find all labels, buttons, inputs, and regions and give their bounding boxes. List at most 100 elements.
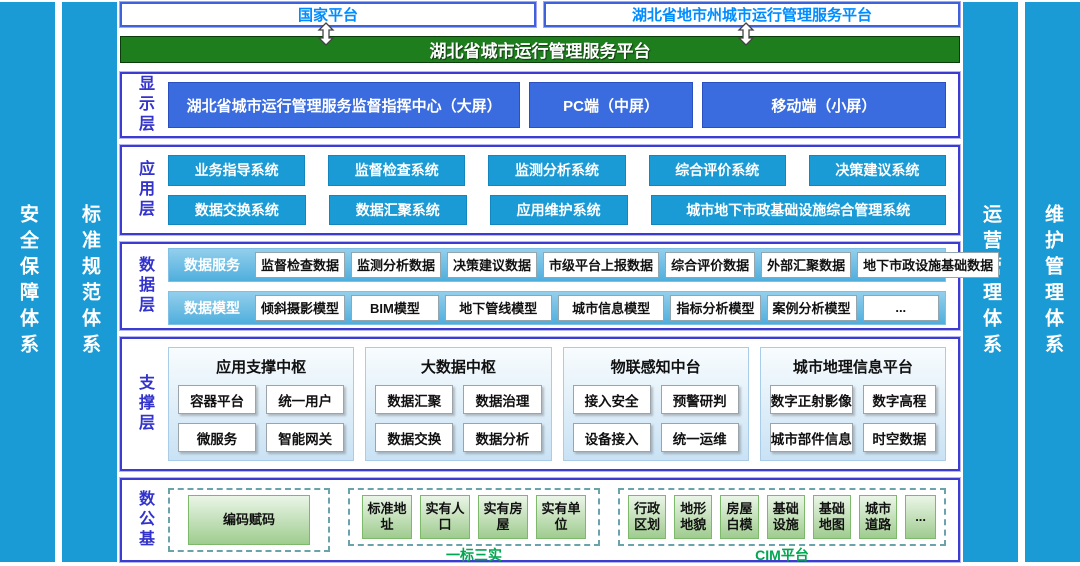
- display-layer-label: 显示层: [122, 74, 166, 136]
- data-service-box: 综合评价数据: [665, 252, 755, 278]
- main-platform-banner: 湖北省城市运行管理服务平台: [120, 36, 960, 63]
- foundation-item-box: 行政区划: [628, 495, 666, 539]
- cim-platform-caption: CIM平台: [618, 546, 946, 564]
- data-service-strip: 数据服务 监督检查数据 监测分析数据 决策建议数据 市级平台上报数据 综合评价数…: [168, 248, 946, 282]
- foundation-layer-content: 编码赋码 标准地址 实有人口 实有房屋 实有单位 一标三实: [166, 480, 958, 560]
- support-item-box: 容器平台: [178, 385, 256, 414]
- standards-spec-bar: 标准规范体系: [62, 2, 117, 562]
- panel-title: 应用支撑中枢: [178, 353, 344, 385]
- app-system-box: 数据交换系统: [168, 195, 306, 226]
- data-model-box: 指标分析模型: [670, 295, 760, 321]
- security-assurance-bar: 安全保障体系: [0, 2, 55, 562]
- support-item-box: 统一运维: [661, 423, 739, 452]
- support-item-box: 时空数据: [863, 423, 936, 452]
- data-model-box: BIM模型: [351, 295, 439, 321]
- operation-mgmt-bar: 运营管理体系: [963, 2, 1018, 562]
- big-screen-box: 湖北省城市运行管理服务监督指挥中心（大屏）: [168, 82, 520, 128]
- support-panels-row: 应用支撑中枢 容器平台 统一用户 微服务 智能网关 大数据中枢 数据汇聚 数据治…: [168, 347, 946, 461]
- coding-group-dashed: 编码赋码: [168, 488, 330, 552]
- support-layer-content: 应用支撑中枢 容器平台 统一用户 微服务 智能网关 大数据中枢 数据汇聚 数据治…: [166, 339, 958, 469]
- panel-title: 大数据中枢: [375, 353, 541, 385]
- data-layer-label: 数据层: [122, 244, 166, 328]
- maintenance-mgmt-bar: 维护管理体系: [1025, 2, 1080, 562]
- app-system-box: 应用维护系统: [490, 195, 628, 226]
- foundation-item-box: 地形地貌: [674, 495, 712, 539]
- standards-spec-label: 标准规范体系: [76, 204, 103, 360]
- one-standard-caption: 一标三实: [348, 546, 600, 564]
- data-model-box: 案例分析模型: [767, 295, 857, 321]
- application-row-1: 业务指导系统 监督检查系统 监测分析系统 综合评价系统 决策建议系统: [168, 155, 946, 186]
- left-side-bars: 安全保障体系 标准规范体系: [0, 2, 117, 562]
- up-down-arrow-icon: [315, 22, 337, 46]
- foundation-groups-row: 编码赋码 标准地址 实有人口 实有房屋 实有单位 一标三实: [168, 488, 946, 552]
- display-layer: 显示层 湖北省城市运行管理服务监督指挥中心（大屏） PC端（中屏） 移动端（小屏…: [120, 72, 960, 138]
- support-item-box: 接入安全: [573, 385, 651, 414]
- one-standard-three-real-group: 标准地址 实有人口 实有房屋 实有单位 一标三实: [348, 488, 600, 552]
- data-model-label: 数据模型: [175, 298, 249, 318]
- data-layer: 数据层 数据服务 监督检查数据 监测分析数据 决策建议数据 市级平台上报数据 综…: [120, 242, 960, 330]
- application-layer: 应用层 业务指导系统 监督检查系统 监测分析系统 综合评价系统 决策建议系统 数…: [120, 145, 960, 235]
- architecture-diagram: 安全保障体系 标准规范体系 国家平台 湖北省地市州城市运行管理服务平台 湖北省城…: [0, 0, 1080, 566]
- support-layer: 支撑层 应用支撑中枢 容器平台 统一用户 微服务 智能网关 大数据中枢: [120, 337, 960, 471]
- app-system-box: 监测分析系统: [488, 155, 625, 186]
- panel-title: 城市地理信息平台: [770, 353, 936, 385]
- panel-grid: 数字正射影像 数字高程 城市部件信息 时空数据: [770, 385, 936, 452]
- up-down-arrow-icon: [735, 22, 757, 46]
- foundation-layer: 数公基 编码赋码 标准地址 实有人口 实有房屋 实有单位: [120, 478, 960, 562]
- foundation-layer-label: 数公基: [122, 480, 166, 560]
- maintenance-mgmt-label: 维护管理体系: [1039, 204, 1066, 360]
- operation-mgmt-label: 运营管理体系: [977, 204, 1004, 360]
- support-item-box: 数据汇聚: [375, 385, 453, 414]
- support-item-box: 设备接入: [573, 423, 651, 452]
- data-service-label: 数据服务: [175, 255, 249, 275]
- panel-grid: 容器平台 统一用户 微服务 智能网关: [178, 385, 344, 452]
- coding-group: 编码赋码: [168, 488, 330, 552]
- main-diagram-column: 国家平台 湖北省地市州城市运行管理服务平台 湖北省城市运行管理服务平台 显示层 …: [120, 2, 960, 562]
- app-system-box: 决策建议系统: [809, 155, 946, 186]
- foundation-item-box: 编码赋码: [188, 495, 310, 545]
- pc-screen-box: PC端（中屏）: [529, 82, 692, 128]
- data-layer-content: 数据服务 监督检查数据 监测分析数据 决策建议数据 市级平台上报数据 综合评价数…: [166, 244, 958, 328]
- application-layer-content: 业务指导系统 监督检查系统 监测分析系统 综合评价系统 决策建议系统 数据交换系…: [166, 147, 958, 233]
- foundation-item-box: 基础设施: [767, 495, 805, 539]
- foundation-item-box: 基础地图: [813, 495, 851, 539]
- app-system-box: 综合评价系统: [649, 155, 786, 186]
- display-layer-content: 湖北省城市运行管理服务监督指挥中心（大屏） PC端（中屏） 移动端（小屏）: [166, 74, 958, 136]
- data-service-box: 监督检查数据: [255, 252, 345, 278]
- application-layer-label: 应用层: [122, 147, 166, 233]
- panel-grid: 数据汇聚 数据治理 数据交换 数据分析: [375, 385, 541, 452]
- support-layer-label: 支撑层: [122, 339, 166, 469]
- foundation-item-box: 房屋白模: [720, 495, 758, 539]
- main-platform-title: 湖北省城市运行管理服务平台: [430, 37, 651, 62]
- big-data-hub-panel: 大数据中枢 数据汇聚 数据治理 数据交换 数据分析: [365, 347, 551, 461]
- right-side-bars: 运营管理体系 维护管理体系: [963, 2, 1080, 562]
- app-system-box: 城市地下市政基础设施综合管理系统: [651, 195, 946, 226]
- data-service-box: 市级平台上报数据: [543, 252, 659, 278]
- support-item-box: 数据分析: [463, 423, 541, 452]
- support-item-box: 城市部件信息: [770, 423, 853, 452]
- foundation-item-box: ...: [905, 495, 936, 539]
- cim-platform-dashed: 行政区划 地形地貌 房屋白模 基础设施 基础地图 城市道路 ...: [618, 488, 946, 546]
- app-system-box: 数据汇聚系统: [329, 195, 467, 226]
- support-item-box: 数字正射影像: [770, 385, 853, 414]
- data-model-strip: 数据模型 倾斜摄影模型 BIM模型 地下管线模型 城市信息模型 指标分析模型 案…: [168, 291, 946, 325]
- display-row: 湖北省城市运行管理服务监督指挥中心（大屏） PC端（中屏） 移动端（小屏）: [168, 82, 946, 128]
- cim-platform-group: 行政区划 地形地貌 房屋白模 基础设施 基础地图 城市道路 ... CIM平台: [618, 488, 946, 552]
- geo-info-platform-panel: 城市地理信息平台 数字正射影像 数字高程 城市部件信息 时空数据: [760, 347, 946, 461]
- foundation-item-box: 标准地址: [362, 495, 412, 539]
- support-item-box: 数据治理: [463, 385, 541, 414]
- support-item-box: 数字高程: [863, 385, 936, 414]
- external-platforms-row: 国家平台 湖北省地市州城市运行管理服务平台: [120, 2, 960, 27]
- data-model-box: 城市信息模型: [558, 295, 665, 321]
- data-model-box: 地下管线模型: [445, 295, 552, 321]
- mobile-screen-box: 移动端（小屏）: [702, 82, 946, 128]
- panel-grid: 接入安全 预警研判 设备接入 统一运维: [573, 385, 739, 452]
- app-support-hub-panel: 应用支撑中枢 容器平台 统一用户 微服务 智能网关: [168, 347, 354, 461]
- support-item-box: 统一用户: [266, 385, 344, 414]
- data-service-box: 地下市政设施基础数据: [857, 252, 999, 278]
- support-item-box: 智能网关: [266, 423, 344, 452]
- data-service-box: 监测分析数据: [351, 252, 441, 278]
- foundation-item-box: 城市道路: [859, 495, 897, 539]
- data-model-box: ...: [863, 295, 939, 321]
- support-item-box: 数据交换: [375, 423, 453, 452]
